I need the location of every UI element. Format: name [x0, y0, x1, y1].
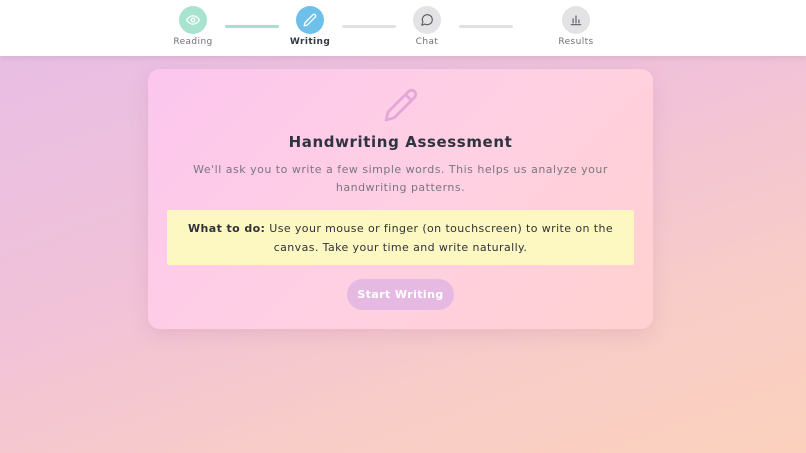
step-label: Chat: [415, 37, 439, 47]
card-description: We'll ask you to write a few simple word…: [193, 163, 608, 194]
step-circle: [179, 6, 207, 34]
note-label: What to do:: [188, 222, 266, 235]
step-circle: [296, 6, 324, 34]
step-writing[interactable]: Writing: [270, 6, 350, 47]
progress-connector: [459, 25, 513, 28]
pencil-icon: [303, 13, 317, 27]
step-results[interactable]: Results: [536, 6, 616, 47]
step-label: Results: [558, 37, 594, 47]
start-writing-button[interactable]: Start Writing: [347, 279, 454, 310]
pencil-icon: [384, 88, 418, 122]
chat-bubble-icon: [421, 14, 433, 26]
card-title: Handwriting Assessment: [288, 133, 513, 151]
bar-chart-icon: [570, 15, 582, 26]
note-text: Use your mouse or finger (on touchscreen…: [265, 222, 613, 254]
eye-icon: [186, 15, 200, 25]
progress-header: Reading Writing Chat Results: [0, 0, 806, 56]
step-chat[interactable]: Chat: [387, 6, 467, 47]
step-reading[interactable]: Reading: [153, 6, 233, 47]
assessment-card: Handwriting Assessment We'll ask you to …: [148, 69, 653, 329]
step-label: Reading: [173, 37, 213, 47]
step-label: Writing: [289, 37, 331, 47]
step-circle: [562, 6, 590, 34]
step-circle: [413, 6, 441, 34]
instructions-note: What to do: Use your mouse or finger (on…: [167, 210, 634, 265]
